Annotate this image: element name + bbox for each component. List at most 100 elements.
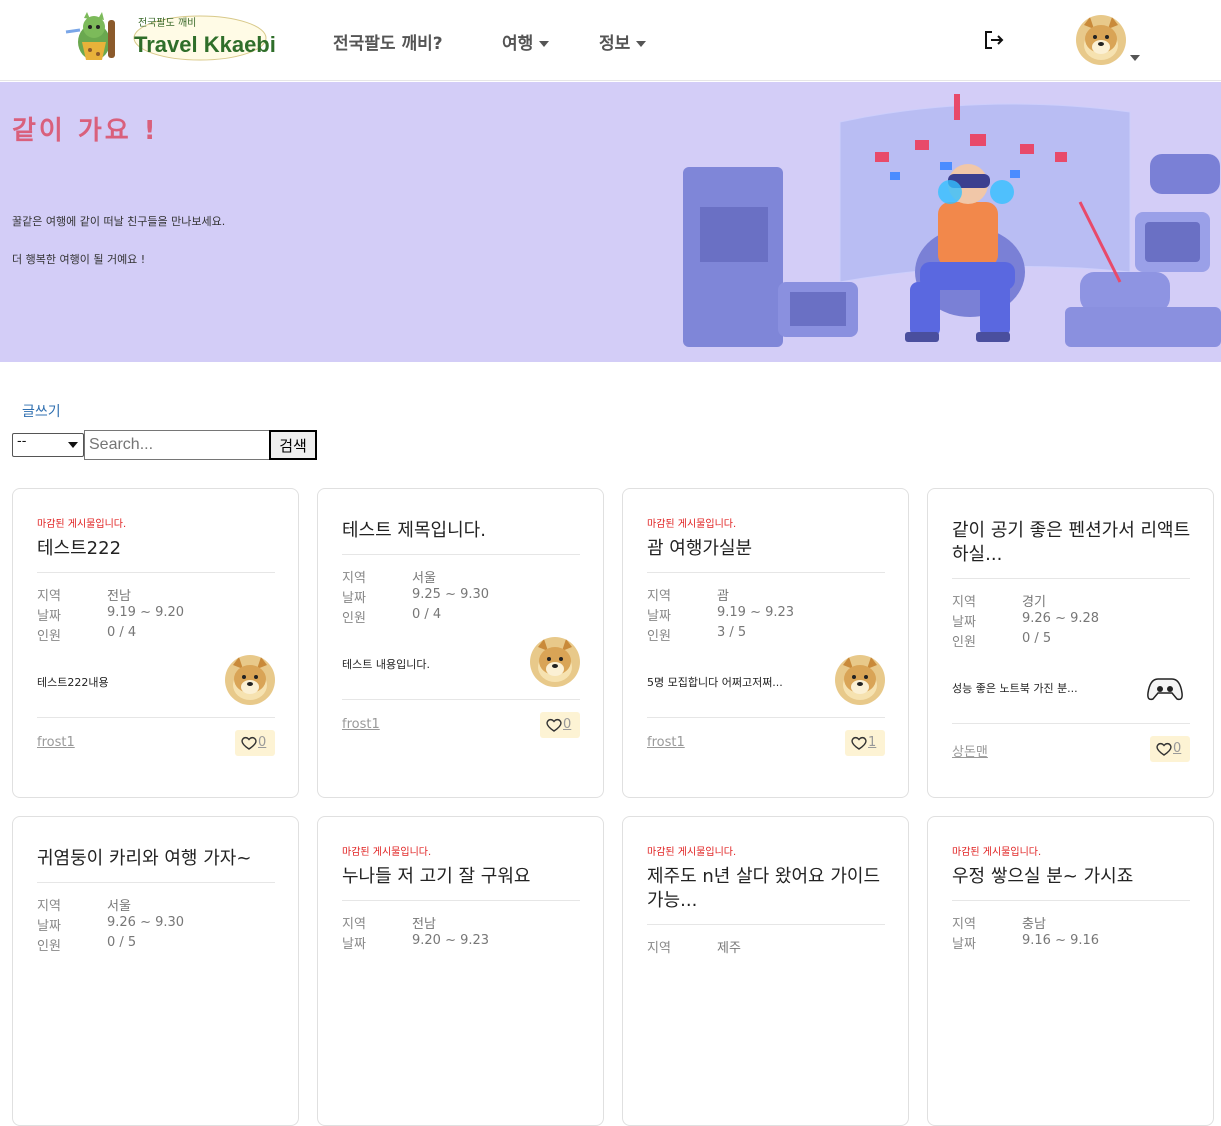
- gamer-illustration-icon: [683, 94, 1221, 347]
- info-value-people: 0 / 5: [1022, 631, 1052, 646]
- post-card[interactable]: 마감된 게시물입니다. 누나들 저 고기 잘 구워요 지역 전남 날짜 9.20 ~ 9.…: [317, 816, 604, 1126]
- info-value-region: 전남: [412, 917, 436, 932]
- nav-about[interactable]: 전국팔도 깨비?: [333, 29, 443, 54]
- post-preview: 테스트 내용입니다.: [342, 658, 430, 671]
- info-value-date: 9.26 ~ 9.28: [1022, 611, 1100, 626]
- like-button[interactable]: 0: [235, 730, 275, 756]
- author-avatar[interactable]: [225, 655, 275, 705]
- info-label: 날짜: [952, 615, 976, 630]
- info-row-region: 지역 충남: [952, 913, 1046, 932]
- post-card[interactable]: 마감된 게시물입니다. 괌 여행가실분 지역 괌 날짜 9.19 ~ 9.23 인원 3 / …: [622, 488, 909, 798]
- author-avatar[interactable]: [835, 655, 885, 705]
- chevron-down-icon: [636, 41, 647, 47]
- like-count: 0: [1173, 741, 1182, 756]
- info-value-date: 9.19 ~ 9.23: [717, 605, 795, 620]
- info-row-date: 날짜 9.20 ~ 9.23: [342, 933, 489, 952]
- post-preview: 성능 좋은 노트북 가진 분...: [952, 682, 1078, 695]
- like-button[interactable]: 1: [845, 730, 885, 756]
- info-row-region: 지역 제주: [647, 937, 741, 956]
- hero-line-1: 꿀같은 여행에 같이 떠날 친구들을 만나보세요.: [12, 215, 226, 228]
- hero-title: 같이 가요 !: [12, 116, 159, 146]
- search-filter-value: --: [17, 434, 27, 449]
- info-label: 인원: [37, 629, 61, 644]
- info-label: 지역: [342, 571, 366, 586]
- search-input[interactable]: [84, 430, 270, 460]
- info-label: 날짜: [37, 919, 61, 934]
- chevron-down-icon: [68, 442, 78, 448]
- nav-info-dropdown[interactable]: 정보: [599, 29, 647, 54]
- post-title[interactable]: 테스트 제목입니다.: [342, 519, 582, 543]
- like-count: 0: [258, 735, 267, 750]
- info-value-region: 충남: [1022, 917, 1046, 932]
- info-value-people: 3 / 5: [717, 625, 747, 640]
- divider: [342, 554, 580, 555]
- user-avatar[interactable]: [1076, 15, 1126, 65]
- nav-about-label: 전국팔도 깨비?: [333, 34, 443, 54]
- info-label: 날짜: [342, 937, 366, 952]
- top-navbar: 전국팔도 깨비 Travel Kkaebi 전국팔도 깨비? 여행 정보: [0, 0, 1221, 81]
- chevron-down-icon: [539, 41, 550, 47]
- chevron-down-icon[interactable]: [1130, 55, 1140, 61]
- post-title[interactable]: 같이 공기 좋은 펜션가서 리액트 하실...: [952, 519, 1192, 567]
- post-card[interactable]: 마감된 게시물입니다. 테스트222 지역 전남 날짜 9.19 ~ 9.20 인원 0 / …: [12, 488, 299, 798]
- nav-travel-dropdown[interactable]: 여행: [502, 29, 550, 54]
- info-row-region: 지역 서울: [37, 895, 131, 914]
- closed-notice: 마감된 게시물입니다.: [952, 847, 1042, 858]
- divider: [647, 924, 885, 925]
- divider: [647, 717, 885, 718]
- search-filter-select[interactable]: --: [12, 433, 84, 457]
- logout-icon[interactable]: [982, 28, 1006, 52]
- author-link[interactable]: frost1: [37, 735, 75, 750]
- author-link[interactable]: frost1: [647, 735, 685, 750]
- author-link[interactable]: 상돈맨: [952, 741, 988, 760]
- closed-notice: 마감된 게시물입니다.: [37, 519, 127, 530]
- info-label: 지역: [647, 589, 671, 604]
- post-card[interactable]: 귀염둥이 카리와 여행 가자~ 지역 서울 날짜 9.26 ~ 9.30 인원 0 / 5: [12, 816, 299, 1126]
- post-title[interactable]: 누나들 저 고기 잘 구워요: [342, 865, 582, 889]
- divider: [37, 572, 275, 573]
- hero-banner: 같이 가요 ! 꿀같은 여행에 같이 떠날 친구들을 만나보세요. 더 행복한 …: [0, 82, 1221, 362]
- search-button[interactable]: 검색: [269, 430, 317, 460]
- info-value-people: 0 / 4: [107, 625, 137, 640]
- info-row-region: 지역 서울: [342, 567, 436, 586]
- info-row-people: 인원 0 / 5: [37, 935, 136, 954]
- logo-title: Travel Kkaebi: [134, 32, 276, 57]
- info-row-region: 지역 경기: [952, 591, 1046, 610]
- logo[interactable]: 전국팔도 깨비 Travel Kkaebi: [64, 12, 276, 64]
- author-avatar[interactable]: [530, 637, 580, 687]
- post-title[interactable]: 테스트222: [37, 537, 277, 561]
- write-post-link[interactable]: 글쓰기: [22, 401, 61, 421]
- info-row-region: 지역 전남: [342, 913, 436, 932]
- post-card[interactable]: 마감된 게시물입니다. 제주도 n년 살다 왔어요 가이드 가능... 지역 제주: [622, 816, 909, 1126]
- divider: [952, 900, 1190, 901]
- divider: [37, 717, 275, 718]
- info-label: 인원: [952, 635, 976, 650]
- hero-line-2: 더 행복한 여행이 될 거예요 !: [12, 253, 146, 266]
- info-label: 인원: [342, 611, 366, 626]
- post-title[interactable]: 귀염둥이 카리와 여행 가자~: [37, 847, 277, 871]
- info-label: 지역: [37, 589, 61, 604]
- info-row-date: 날짜 9.19 ~ 9.23: [647, 605, 794, 624]
- info-label: 인원: [647, 629, 671, 644]
- post-title[interactable]: 우정 쌓으실 분~ 가시죠: [952, 865, 1192, 889]
- nav-info-label: 정보: [599, 34, 631, 54]
- post-card[interactable]: 같이 공기 좋은 펜션가서 리액트 하실... 지역 경기날짜 9.26 ~ 9.28…: [927, 488, 1214, 798]
- divider: [952, 723, 1190, 724]
- post-card[interactable]: 테스트 제목입니다. 지역 서울 날짜 9.25 ~ 9.30 인원 0 / 4 테스트 내용…: [317, 488, 604, 798]
- info-label: 날짜: [647, 609, 671, 624]
- info-row-people: 인원 0 / 5: [952, 631, 1051, 650]
- author-link[interactable]: frost1: [342, 717, 380, 732]
- author-avatar[interactable]: [1140, 661, 1190, 711]
- like-button[interactable]: 0: [1150, 736, 1190, 762]
- like-button[interactable]: 0: [540, 712, 580, 738]
- info-label: 지역: [952, 595, 976, 610]
- like-count: 1: [868, 735, 877, 750]
- post-title[interactable]: 제주도 n년 살다 왔어요 가이드 가능...: [647, 865, 887, 913]
- post-card[interactable]: 마감된 게시물입니다. 우정 쌓으실 분~ 가시죠 지역 충남 날짜 9.16 ~ 9.1…: [927, 816, 1214, 1126]
- info-label: 지역: [37, 899, 61, 914]
- info-row-date: 날짜 9.25 ~ 9.30: [342, 587, 489, 606]
- post-preview: 5명 모집합니다 어쩌고저쩌...: [647, 676, 783, 689]
- info-value-region: 서울: [412, 571, 436, 586]
- info-label: 날짜: [952, 937, 976, 952]
- post-title[interactable]: 괌 여행가실분: [647, 537, 887, 561]
